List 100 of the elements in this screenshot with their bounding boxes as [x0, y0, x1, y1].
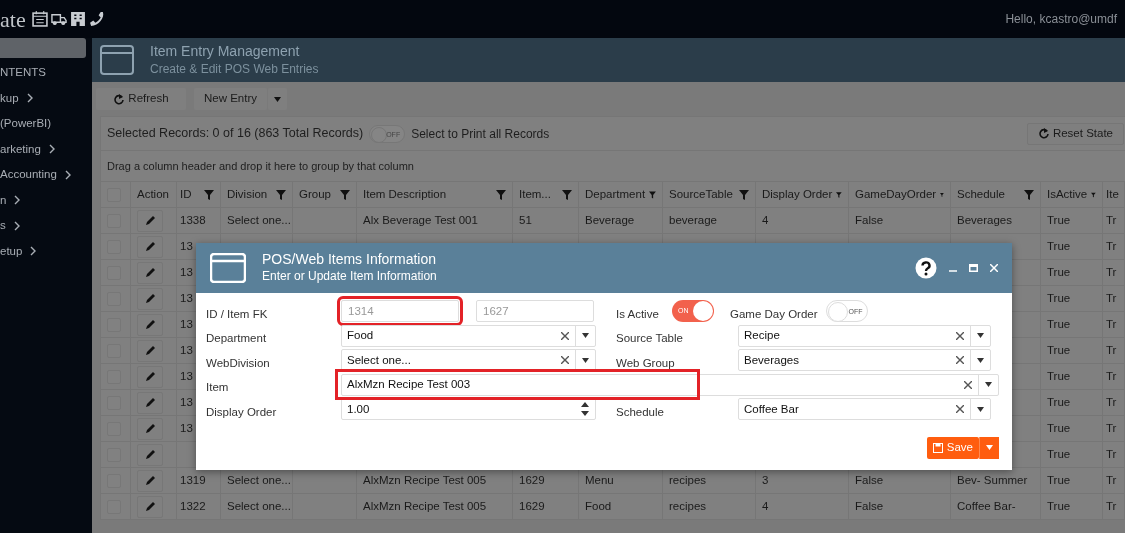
building-icon[interactable] — [69, 11, 86, 27]
number-field[interactable]: 1.00 — [341, 398, 596, 421]
dropdown-field[interactable]: AlxMzn Recipe Test 003 — [341, 373, 999, 396]
dropdown-field[interactable]: Food — [341, 324, 596, 347]
table-cell-text: Tr — [1106, 238, 1117, 254]
filter-icon[interactable] — [649, 189, 656, 200]
edit-button[interactable] — [137, 339, 163, 362]
table-cell-text: True — [1047, 420, 1071, 436]
dropdown-button[interactable] — [979, 436, 999, 459]
table-cell-text: 13 — [180, 264, 193, 280]
dropdown-field[interactable]: Beverages — [738, 349, 991, 372]
dropdown-field[interactable]: Coffee Bar — [738, 398, 991, 421]
spinner-icon[interactable] — [581, 402, 589, 417]
reset-state-button[interactable]: Reset State — [1026, 122, 1124, 145]
table-cell-text: 13 — [180, 420, 193, 436]
print-all-label: Select to Print all Records — [411, 125, 550, 143]
records-summary: Selected Records: 0 of 16 (863 Total Records) — [107, 125, 364, 143]
search-field[interactable] — [0, 38, 86, 58]
pencil-icon — [144, 267, 156, 278]
filter-icon[interactable] — [276, 189, 286, 200]
sidebar-item[interactable]: n — [0, 191, 7, 209]
table-cell-text: Tr — [1106, 420, 1117, 436]
refresh-button[interactable]: Refresh — [96, 88, 186, 110]
table-cell-text: recipes — [669, 498, 707, 514]
dropdown-field[interactable]: Recipe — [738, 324, 991, 347]
table-cell-text: Tr — [1106, 472, 1117, 488]
sidebar-item[interactable]: etup — [0, 242, 23, 260]
page-title: Item Entry Management — [150, 42, 301, 60]
clear-icon[interactable] — [956, 331, 964, 340]
column-header[interactable]: Item... — [519, 185, 551, 204]
column-header[interactable]: Division — [227, 185, 268, 204]
filter-icon[interactable] — [204, 189, 214, 200]
edit-button[interactable] — [137, 495, 163, 518]
column-header[interactable]: IsActive — [1047, 185, 1088, 204]
edit-button[interactable] — [137, 469, 163, 492]
edit-button[interactable] — [137, 209, 163, 232]
column-header[interactable]: Item Description — [363, 185, 447, 204]
edit-button[interactable] — [137, 261, 163, 284]
table-cell-text: Coffee Bar- — [957, 498, 1016, 514]
field-label: Item — [206, 380, 230, 396]
dropdown-button[interactable] — [268, 88, 288, 110]
clear-icon[interactable] — [956, 405, 964, 414]
refresh-icon — [1037, 128, 1049, 139]
table-cell-text: Tr — [1106, 316, 1117, 332]
table-cell-text: True — [1047, 212, 1071, 228]
table-cell-text: True — [1047, 368, 1071, 384]
maximize-icon — [969, 264, 978, 272]
clear-icon[interactable] — [964, 380, 972, 389]
edit-button[interactable] — [137, 287, 163, 310]
column-header[interactable]: SourceTable — [669, 185, 733, 204]
sidebar-item[interactable]: Accounting — [0, 166, 57, 184]
save-button[interactable]: Save — [926, 436, 979, 459]
table-cell-text: 4 — [762, 212, 769, 228]
column-header[interactable]: Action — [137, 185, 169, 204]
column-header[interactable]: Schedule — [957, 185, 1005, 204]
table-cell-text: 1319 — [180, 472, 206, 488]
table-cell-text: Food — [585, 498, 612, 514]
greeting-text: Hello, kcastro@umdf — [1005, 11, 1117, 28]
edit-button[interactable] — [137, 235, 163, 258]
phone-icon[interactable] — [88, 11, 105, 27]
column-header[interactable]: Group — [299, 185, 331, 204]
clear-icon[interactable] — [561, 331, 569, 340]
table-cell-text: 13 — [180, 368, 193, 384]
section-heading: NTENTS — [0, 65, 46, 81]
truck-icon[interactable] — [50, 11, 67, 27]
filter-icon[interactable] — [562, 189, 572, 200]
new-entry-button[interactable]: New Entry — [194, 88, 268, 110]
dropdown-field[interactable]: Select one... — [341, 349, 596, 372]
filter-icon[interactable] — [836, 189, 842, 200]
sidebar-item[interactable]: s — [0, 217, 6, 235]
sidebar-item[interactable]: (PowerBI) — [0, 115, 52, 133]
edit-button[interactable] — [137, 443, 163, 466]
calendar-icon[interactable] — [31, 11, 48, 27]
column-header[interactable]: Display Order — [762, 185, 833, 204]
help-button[interactable] — [915, 257, 937, 279]
column-header[interactable]: ID — [180, 185, 192, 204]
column-header[interactable]: Ite — [1106, 185, 1119, 204]
edit-button[interactable] — [137, 313, 163, 336]
table-cell-text: 13 — [180, 316, 193, 332]
table-cell-text: True — [1047, 316, 1071, 332]
table-cell-text: True — [1047, 290, 1071, 306]
column-header[interactable]: GameDayOrder — [855, 185, 937, 204]
clear-icon[interactable] — [956, 356, 964, 365]
pencil-icon — [144, 475, 156, 486]
filter-icon[interactable] — [340, 189, 350, 200]
sidebar-item[interactable]: kup — [0, 89, 19, 107]
column-header[interactable]: Department — [585, 185, 646, 204]
clear-icon[interactable] — [561, 356, 569, 365]
pencil-icon — [144, 241, 156, 252]
filter-icon[interactable] — [1024, 189, 1034, 200]
maximize-button[interactable] — [969, 264, 978, 272]
page-subtitle: Create & Edit POS Web Entries — [150, 61, 319, 78]
edit-button[interactable] — [137, 365, 163, 388]
table-cell-text: True — [1047, 342, 1071, 358]
filter-icon[interactable] — [496, 189, 506, 200]
edit-button[interactable] — [137, 391, 163, 414]
edit-button[interactable] — [137, 417, 163, 440]
sidebar-item[interactable]: arketing — [0, 140, 41, 158]
filter-icon[interactable] — [739, 189, 749, 200]
close-button[interactable] — [990, 264, 998, 272]
